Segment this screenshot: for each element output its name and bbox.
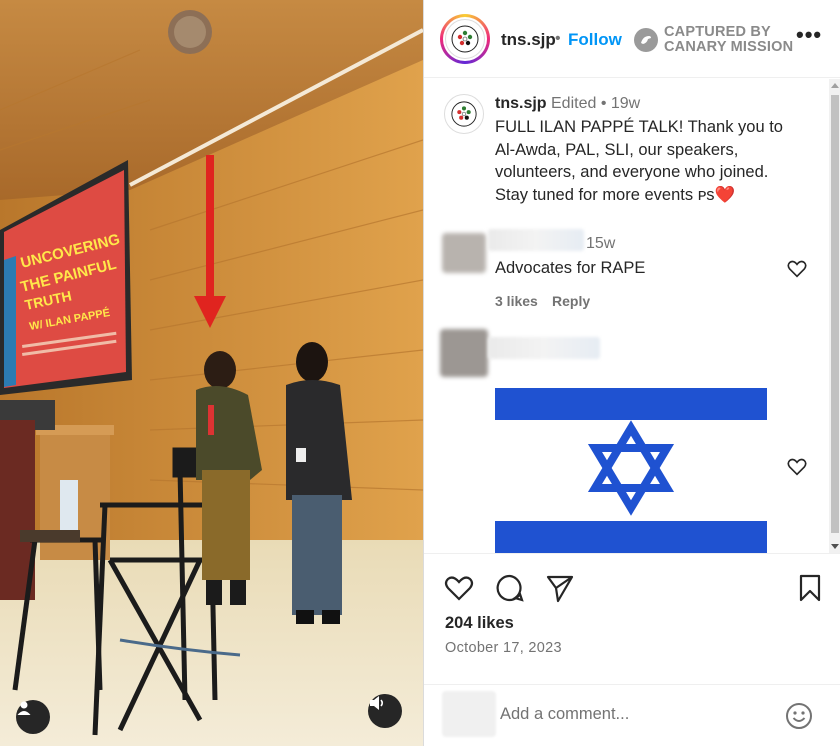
comment-reply-button[interactable]: Reply bbox=[552, 293, 590, 309]
captured-line-1: CAPTURED BY bbox=[664, 24, 771, 40]
add-comment-input[interactable] bbox=[500, 701, 770, 727]
captured-line-2: CANARY MISSION bbox=[664, 39, 794, 55]
sjp-logo-icon bbox=[451, 101, 477, 127]
event-photo-illustration: UNCOVERING THE PAINFUL TRUTH W/ ILAN PAP… bbox=[0, 0, 423, 746]
comments-scroll-area[interactable]: tns.sjp Edited • 19w FULL ILAN PAPPÉ TAL… bbox=[424, 79, 840, 553]
save-bookmark-icon[interactable] bbox=[794, 572, 826, 604]
sjp-logo-icon bbox=[451, 25, 479, 53]
header-separator: • bbox=[555, 30, 561, 47]
caption-text: FULL ILAN PAPPÉ TALK! Thank you to Al-Aw… bbox=[495, 118, 783, 204]
likes-count[interactable]: 204 likes bbox=[445, 614, 514, 633]
comment-text: Advocates for RAPE bbox=[495, 259, 646, 277]
sound-toggle-button[interactable] bbox=[368, 694, 402, 728]
comment-avatar-blurred[interactable] bbox=[440, 329, 488, 377]
scrollbar[interactable] bbox=[829, 79, 840, 553]
share-plane-icon[interactable] bbox=[544, 572, 576, 604]
comment-bubble-icon[interactable] bbox=[494, 572, 526, 604]
user-icon bbox=[17, 701, 31, 715]
commenter-avatar-blurred bbox=[442, 691, 496, 737]
tagged-users-button[interactable] bbox=[16, 700, 50, 734]
post-actions: 204 likes October 17, 2023 bbox=[424, 553, 840, 746]
comment-like-heart-icon[interactable] bbox=[786, 456, 808, 478]
comment-username-blurred[interactable] bbox=[488, 337, 600, 359]
follow-button[interactable]: Follow bbox=[568, 30, 622, 50]
captured-badge: CAPTURED BY CANARY MISSION bbox=[634, 25, 793, 55]
profile-avatar[interactable] bbox=[440, 14, 490, 64]
header-username[interactable]: tns.sjp bbox=[501, 30, 556, 50]
comment-avatar-blurred[interactable] bbox=[442, 233, 486, 273]
comment-time: 15w bbox=[586, 235, 616, 252]
emoji-icon[interactable] bbox=[784, 701, 814, 731]
canary-icon bbox=[634, 28, 658, 52]
post-header: tns.sjp • Follow CAPTURED BY CANARY MISS… bbox=[424, 0, 840, 78]
flag-image bbox=[495, 388, 767, 553]
like-heart-icon[interactable] bbox=[443, 572, 475, 604]
add-comment-row bbox=[424, 684, 840, 746]
post-details-panel: tns.sjp • Follow CAPTURED BY CANARY MISS… bbox=[423, 0, 840, 746]
post-photo[interactable]: UNCOVERING THE PAINFUL TRUTH W/ ILAN PAP… bbox=[0, 0, 423, 746]
scroll-down-arrow[interactable] bbox=[831, 544, 839, 549]
post-date: October 17, 2023 bbox=[445, 640, 562, 656]
more-options-button[interactable]: ••• bbox=[796, 22, 822, 48]
speaker-icon bbox=[370, 696, 384, 710]
caption-meta: Edited • 19w bbox=[551, 95, 641, 112]
star-of-david-icon bbox=[587, 420, 675, 516]
scroll-thumb[interactable] bbox=[831, 95, 839, 533]
caption-username[interactable]: tns.sjp bbox=[495, 95, 547, 113]
scroll-up-arrow[interactable] bbox=[831, 83, 839, 88]
comment-likes[interactable]: 3 likes bbox=[495, 293, 538, 309]
comment-like-heart-icon[interactable] bbox=[786, 258, 808, 280]
caption-avatar[interactable] bbox=[444, 94, 484, 134]
comment-username-blurred[interactable] bbox=[488, 229, 584, 251]
